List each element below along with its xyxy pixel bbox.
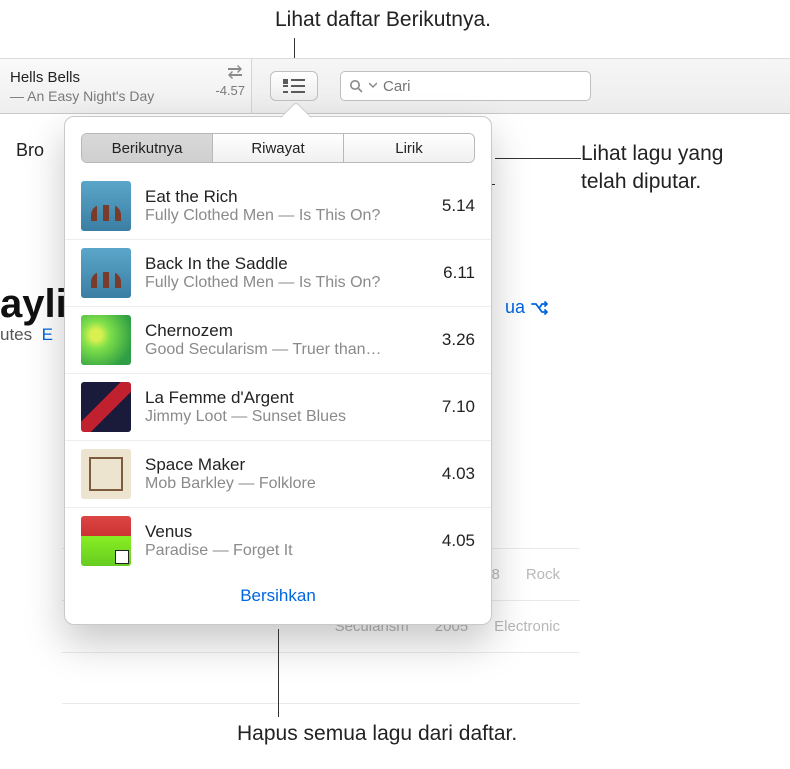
callout-bottom-leader: [278, 629, 279, 717]
album-art: [81, 516, 131, 566]
now-playing-display[interactable]: Hells Bells — An Easy Night's Day -4.57: [0, 59, 252, 113]
search-field-wrap[interactable]: [340, 71, 591, 101]
queue-item-duration: 6.11: [443, 263, 475, 283]
up-next-popover: Berikutnya Riwayat Lirik Eat the Rich Fu…: [64, 116, 492, 625]
queue-item-subtitle: Paradise — Forget It: [145, 542, 428, 560]
tab-next[interactable]: Berikutnya: [82, 134, 213, 162]
album-art: [81, 315, 131, 365]
queue-item-subtitle: Fully Clothed Men — Is This On?: [145, 274, 429, 292]
bg-shuffle-fragment[interactable]: ua: [505, 297, 551, 318]
queue-item-duration: 7.10: [442, 397, 475, 417]
queue-item-title: La Femme d'Argent: [145, 388, 428, 408]
album-art: [81, 449, 131, 499]
clear-button[interactable]: Bersihkan: [65, 574, 491, 624]
queue-list: Eat the Rich Fully Clothed Men — Is This…: [65, 167, 491, 574]
callout-bottom: Hapus semua lagu dari daftar.: [237, 722, 517, 746]
queue-item-subtitle: Fully Clothed Men — Is This On?: [145, 207, 428, 225]
queue-item[interactable]: La Femme d'Argent Jimmy Loot — Sunset Bl…: [65, 374, 491, 441]
queue-item-duration: 5.14: [442, 196, 475, 216]
queue-item-duration: 4.05: [442, 531, 475, 551]
queue-item-title: Space Maker: [145, 455, 428, 475]
now-playing-time-remaining: -4.57: [215, 83, 245, 98]
queue-item-duration: 3.26: [442, 330, 475, 350]
list-icon: [283, 78, 305, 94]
now-playing-title: Hells Bells: [10, 69, 241, 86]
now-playing-subtitle: — An Easy Night's Day: [10, 88, 241, 104]
toolbar: Hells Bells — An Easy Night's Day -4.57: [0, 58, 790, 114]
callout-right: Lihat lagu yang telah diputar.: [581, 140, 723, 197]
bg-browse-fragment: Bro: [16, 140, 44, 161]
queue-item[interactable]: Back In the Saddle Fully Clothed Men — I…: [65, 240, 491, 307]
album-art: [81, 382, 131, 432]
chevron-down-icon: [369, 82, 377, 90]
queue-item-title: Eat the Rich: [145, 187, 428, 207]
queue-item-subtitle: Good Secularism — Truer than…: [145, 341, 428, 359]
tab-history[interactable]: Riwayat: [213, 134, 344, 162]
queue-item[interactable]: Space Maker Mob Barkley — Folklore 4.03: [65, 441, 491, 508]
queue-item-title: Venus: [145, 522, 428, 542]
queue-item-title: Back In the Saddle: [145, 254, 429, 274]
queue-item[interactable]: Chernozem Good Secularism — Truer than… …: [65, 307, 491, 374]
queue-item-title: Chernozem: [145, 321, 428, 341]
repeat-icon[interactable]: [225, 65, 245, 79]
shuffle-icon: [531, 301, 551, 315]
queue-item-subtitle: Mob Barkley — Folklore: [145, 475, 428, 493]
album-art: [81, 181, 131, 231]
queue-item[interactable]: Venus Paradise — Forget It 4.05: [65, 508, 491, 574]
callout-top: Lihat daftar Berikutnya.: [275, 8, 491, 32]
bg-table-row: [62, 652, 580, 704]
queue-item-subtitle: Jimmy Loot — Sunset Blues: [145, 408, 428, 426]
callout-right-leader: [495, 158, 581, 159]
queue-item-duration: 4.03: [442, 464, 475, 484]
bg-subtext-fragment: utes E: [0, 325, 53, 345]
search-icon: [349, 79, 363, 93]
tab-lyrics[interactable]: Lirik: [344, 134, 474, 162]
segmented-control: Berikutnya Riwayat Lirik: [81, 133, 475, 163]
up-next-button[interactable]: [270, 71, 318, 101]
search-input[interactable]: [383, 78, 582, 95]
album-art: [81, 248, 131, 298]
queue-item[interactable]: Eat the Rich Fully Clothed Men — Is This…: [65, 173, 491, 240]
